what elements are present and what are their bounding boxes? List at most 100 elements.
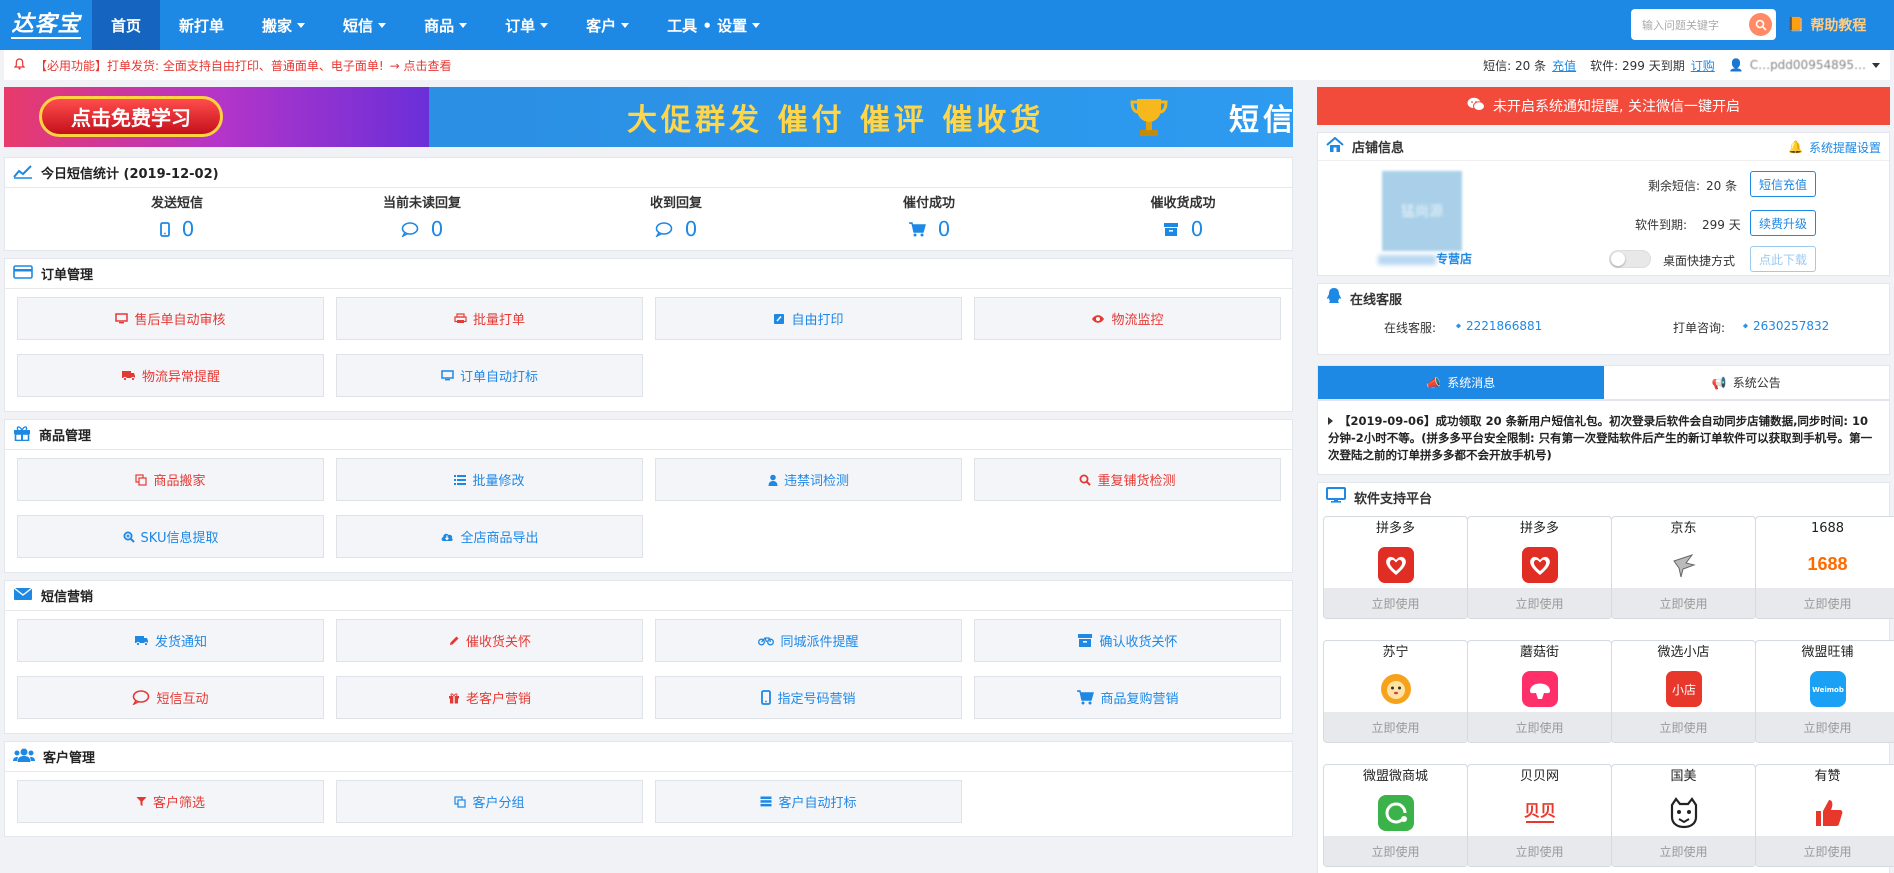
wechat-icon xyxy=(1467,97,1486,116)
button-label: 物流异常提醒 xyxy=(141,370,220,385)
goods-button-0[interactable]: 商品搬家 xyxy=(17,458,324,501)
use-now-button[interactable]: 立即使用 xyxy=(1756,836,1894,866)
search-input[interactable]: 输入问题关键字 xyxy=(1631,9,1776,40)
stat-0: 发送短信 0 xyxy=(102,192,252,241)
renew-button[interactable]: 续费升级 xyxy=(1750,210,1816,236)
search-icon[interactable] xyxy=(1749,13,1772,36)
button-label: 商品复购营销 xyxy=(1100,692,1179,707)
orders-button-5[interactable]: 订单自动打标 xyxy=(336,354,643,397)
use-now-button[interactable]: 立即使用 xyxy=(1756,588,1894,618)
stat-value: 0 xyxy=(430,217,444,241)
reminder-settings-link[interactable]: 🔔 系统提醒设置 xyxy=(1788,133,1881,161)
recharge-link[interactable]: 充值 xyxy=(1552,57,1576,74)
platform-card: 贝贝网 贝贝 立即使用 xyxy=(1467,764,1612,867)
chevron-down-icon[interactable] xyxy=(1872,62,1880,68)
sms-button-7[interactable]: 商品复购营销 xyxy=(974,676,1281,719)
sms-button-0[interactable]: 发货通知 xyxy=(17,619,324,662)
tab-system-message[interactable]: 📣 系统消息 xyxy=(1318,366,1604,399)
stats-title: 今日短信统计 (2019-12-02) xyxy=(41,167,219,182)
copy-icon xyxy=(135,473,148,486)
sms-recharge-button[interactable]: 短信充值 xyxy=(1750,171,1816,197)
orders-button-4[interactable]: 物流异常提醒 xyxy=(17,354,324,397)
sms-button-2[interactable]: 同城派件提醒 xyxy=(655,619,962,662)
goods-button-1[interactable]: 批量修改 xyxy=(336,458,643,501)
goods-button-2[interactable]: 违禁词检测 xyxy=(655,458,962,501)
nav-item-3[interactable]: 短信 xyxy=(324,0,405,50)
user-account[interactable]: C…pdd00954895… xyxy=(1750,58,1866,72)
use-now-button[interactable]: 立即使用 xyxy=(1612,588,1755,618)
order-management-title: 订单管理 xyxy=(41,268,94,283)
use-now-button[interactable]: 立即使用 xyxy=(1612,836,1755,866)
nav-item-6[interactable]: 客户 xyxy=(567,0,648,50)
top-navbar: 达客宝 首页 新打单 搬家 短信 商品 订单 客户 工具 • 设置 输入问题关键字 📙 帮助教… xyxy=(0,0,1894,50)
sms-button-5[interactable]: 老客户营销 xyxy=(336,676,643,719)
sms-button-4[interactable]: 短信互动 xyxy=(17,676,324,719)
comment-icon xyxy=(655,221,673,237)
button-label: 同城派件提醒 xyxy=(780,635,859,650)
platform-name: 国美 xyxy=(1670,769,1697,784)
wechat-notify-banner[interactable]: 未开启系统通知提醒, 关注微信一键开启 xyxy=(1317,87,1890,125)
pencil-icon xyxy=(448,635,460,647)
use-now-button[interactable]: 立即使用 xyxy=(1756,712,1894,742)
sms-button-3[interactable]: 确认收货关怀 xyxy=(974,619,1281,662)
envelope-icon xyxy=(13,586,33,605)
use-now-button[interactable]: 立即使用 xyxy=(1324,712,1467,742)
orders-button-1[interactable]: 批量打单 xyxy=(336,297,643,340)
line-chart-icon xyxy=(13,163,33,183)
goods-button-3[interactable]: 重复铺货检测 xyxy=(974,458,1281,501)
customers-button-1[interactable]: 客户分组 xyxy=(336,780,643,823)
online-qq-link[interactable]: 🔹2221866881 xyxy=(1451,319,1542,333)
credit-card-icon xyxy=(13,264,33,283)
print-qq-link[interactable]: 🔹2630257832 xyxy=(1738,319,1829,333)
caret-down-icon xyxy=(752,22,761,28)
tab-system-announcement[interactable]: 📢 系统公告 xyxy=(1604,366,1890,399)
nav-item-1[interactable]: 新打单 xyxy=(160,0,243,50)
button-label: 商品搬家 xyxy=(153,474,206,489)
1688-icon: 1688 xyxy=(1807,554,1848,574)
shop-info-title: 店铺信息 xyxy=(1352,141,1405,156)
nav-item-0[interactable]: 首页 xyxy=(92,0,161,50)
customer-management-panel: 客户管理 客户筛选 客户分组 客户自动打标 xyxy=(4,741,1293,837)
use-now-button[interactable]: 立即使用 xyxy=(1324,588,1467,618)
subscribe-link[interactable]: 订购 xyxy=(1691,57,1715,74)
use-now-button[interactable]: 立即使用 xyxy=(1468,712,1611,742)
orders-button-3[interactable]: 物流监控 xyxy=(974,297,1281,340)
nav-item-5[interactable]: 订单 xyxy=(486,0,567,50)
stat-value: 0 xyxy=(684,217,698,241)
sms-button-1[interactable]: 催收货关怀 xyxy=(336,619,643,662)
stat-2: 收到回复 0 xyxy=(601,192,751,241)
customers-button-2[interactable]: 客户自动打标 xyxy=(655,780,962,823)
goods-button-5[interactable]: 全店商品导出 xyxy=(336,515,643,558)
qq-icon xyxy=(1326,287,1342,309)
use-now-button[interactable]: 立即使用 xyxy=(1468,836,1611,866)
nav-item-4[interactable]: 商品 xyxy=(405,0,486,50)
button-label: 违禁词检测 xyxy=(783,474,849,489)
promo-banner[interactable]: 点击免费学习 大促群发 催付 催评 催收货 短信 xyxy=(4,87,1293,147)
download-button[interactable]: 点此下载 xyxy=(1750,246,1816,272)
use-now-button[interactable]: 立即使用 xyxy=(1324,836,1467,866)
monitor-icon xyxy=(115,313,129,324)
logo[interactable]: 达客宝 xyxy=(0,0,92,50)
button-label: 客户筛选 xyxy=(152,796,205,811)
svg-text:Weimob: Weimob xyxy=(1812,686,1844,694)
goods-management-header: 商品管理 xyxy=(5,420,1292,450)
help-link[interactable]: 📙 帮助教程 xyxy=(1787,0,1866,50)
nav-item-2[interactable]: 搬家 xyxy=(243,0,324,50)
use-now-button[interactable]: 立即使用 xyxy=(1612,712,1755,742)
button-label: 全店商品导出 xyxy=(460,531,539,546)
desktop-shortcut-toggle[interactable] xyxy=(1609,250,1651,268)
bullhorn-icon: 📣 xyxy=(1426,375,1442,390)
stat-1: 当前未读回复 0 xyxy=(347,192,497,241)
edit-icon xyxy=(773,313,785,325)
free-learning-button[interactable]: 点击免费学习 xyxy=(39,96,223,137)
orders-button-0[interactable]: 售后单自动审核 xyxy=(17,297,324,340)
goods-button-4[interactable]: SKU信息提取 xyxy=(17,515,324,558)
orders-button-2[interactable]: 自由打印 xyxy=(655,297,962,340)
sms-button-6[interactable]: 指定号码营销 xyxy=(655,676,962,719)
customers-button-0[interactable]: 客户筛选 xyxy=(17,780,324,823)
use-now-button[interactable]: 立即使用 xyxy=(1468,588,1611,618)
notice-link[interactable]: → 点击查看 xyxy=(390,57,452,74)
nav-item-7[interactable]: 工具 • 设置 xyxy=(648,0,779,50)
youzan-icon xyxy=(1756,789,1894,836)
gift-icon xyxy=(448,692,460,704)
